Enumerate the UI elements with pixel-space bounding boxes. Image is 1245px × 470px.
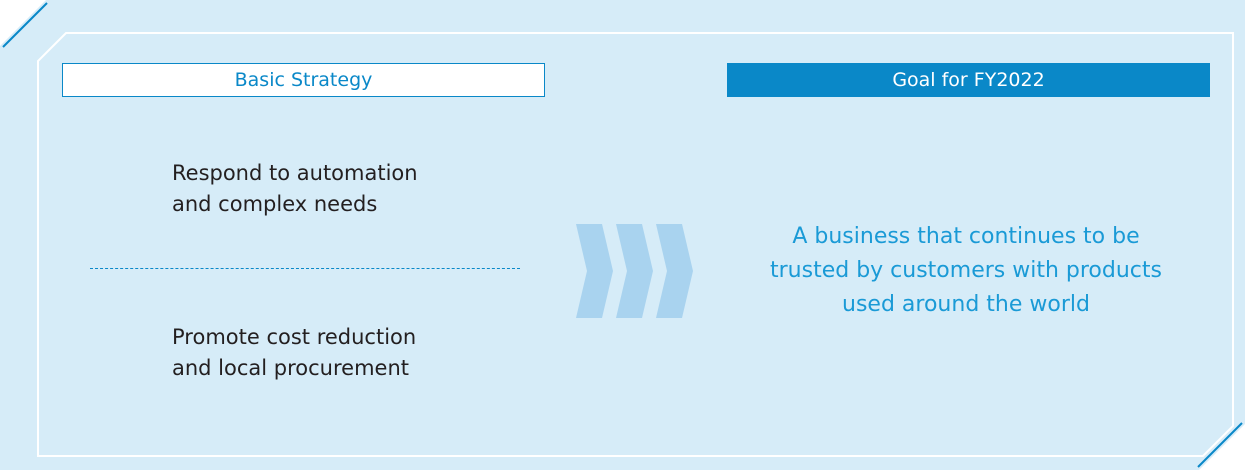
triple-chevron-right-icon (576, 224, 693, 318)
goal-statement: A business that continues to be trusted … (770, 224, 1162, 317)
basic-strategy-header: Basic Strategy (62, 63, 545, 97)
basic-strategy-header-label: Basic Strategy (234, 68, 373, 91)
goal-header-label: Goal for FY2022 (892, 68, 1045, 91)
goal-header: Goal for FY2022 (727, 63, 1210, 97)
strategy-item-cost-reduction: Promote cost reduction and local procure… (172, 325, 417, 380)
strategy-divider (90, 268, 520, 269)
strategy-item-automation: Respond to automation and complex needs (172, 161, 418, 216)
